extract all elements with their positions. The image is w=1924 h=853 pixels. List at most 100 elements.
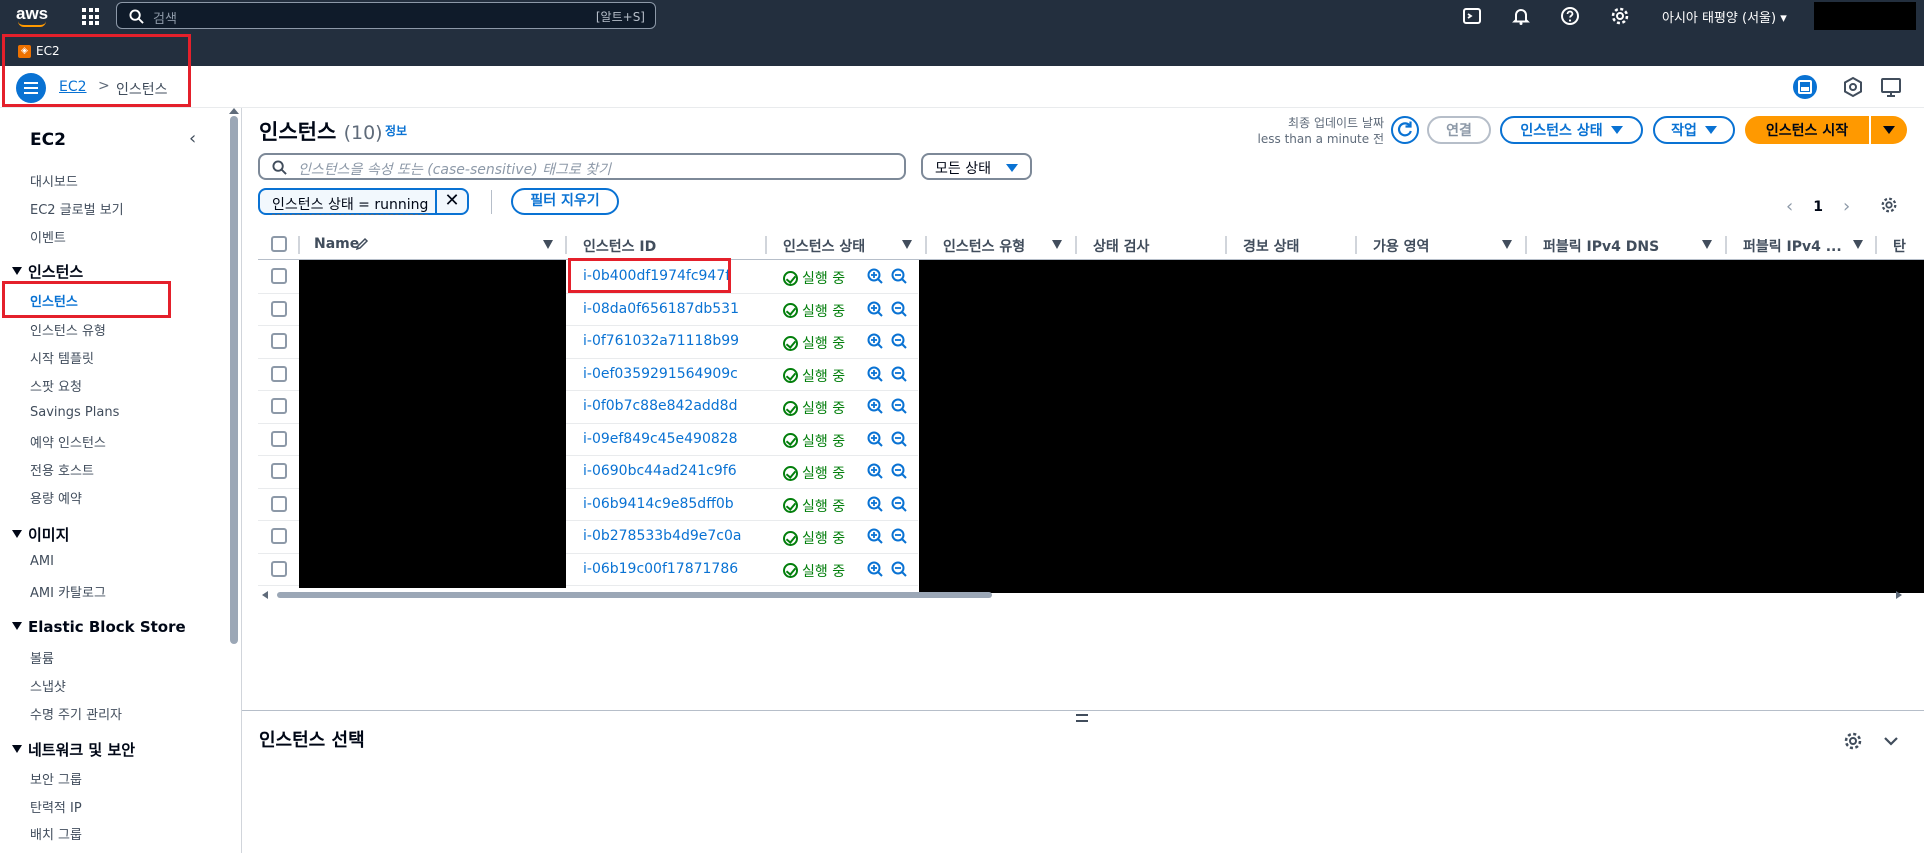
zoom-in-icon[interactable] — [867, 301, 883, 317]
instance-filter-input[interactable]: 인스턴스을 속성 또는 (case-sensitive) 태그로 찾기 — [258, 153, 906, 180]
row-checkbox[interactable] — [271, 333, 287, 349]
services-menu-icon[interactable] — [82, 8, 99, 25]
zoom-in-icon[interactable] — [867, 268, 883, 284]
row-checkbox[interactable] — [271, 560, 287, 577]
zoom-out-icon[interactable] — [891, 463, 907, 479]
row-checkbox[interactable] — [271, 268, 287, 284]
instance-id-link[interactable]: i-08da0f656187db531 — [583, 301, 739, 317]
column-header-instance-id[interactable]: 인스턴스 ID — [583, 236, 656, 256]
select-all-checkbox[interactable] — [271, 236, 287, 252]
sort-icon[interactable] — [1502, 240, 1512, 249]
column-header-availability-zone[interactable]: 가용 영역 — [1373, 236, 1429, 256]
sidebar-item-instance-types[interactable]: 인스턴스 유형 — [30, 320, 106, 339]
zoom-out-icon[interactable] — [891, 398, 907, 414]
aws-logo[interactable]: aws — [16, 4, 50, 28]
account-menu-redacted[interactable] — [1814, 2, 1916, 30]
chevron-left-icon[interactable]: ‹ — [1786, 196, 1793, 217]
row-checkbox[interactable] — [271, 398, 287, 414]
sidebar-item-spot-requests[interactable]: 스팟 요청 — [30, 376, 82, 395]
connect-button[interactable]: 연결 — [1427, 116, 1491, 144]
instance-id-link[interactable]: i-06b19c00f17871786 — [583, 561, 738, 577]
sidebar-item-security-groups[interactable]: 보안 그룹 — [30, 769, 82, 788]
column-header-public-dns[interactable]: 퍼블릭 IPv4 DNS — [1543, 236, 1659, 256]
scroll-up-arrow[interactable] — [229, 108, 239, 114]
row-checkbox[interactable] — [271, 463, 287, 479]
table-horizontal-scrollbar[interactable] — [277, 592, 992, 598]
sort-icon[interactable] — [1853, 240, 1863, 249]
gear-icon[interactable] — [1843, 731, 1863, 751]
column-header-name[interactable]: Name — [314, 236, 359, 252]
sidebar-section-instances[interactable]: 인스턴스 — [12, 261, 83, 282]
sort-icon[interactable] — [543, 240, 553, 249]
state-select[interactable]: 모든 상태 — [921, 153, 1032, 180]
actions-button[interactable]: 작업 — [1653, 116, 1735, 144]
filter-token[interactable]: 인스턴스 상태 = running ✕ — [258, 188, 469, 215]
launch-instances-button[interactable]: 인스턴스 시작 — [1745, 116, 1869, 144]
column-header-elastic-ip[interactable]: 탄 — [1893, 236, 1906, 256]
launch-dropdown-button[interactable] — [1871, 116, 1907, 144]
column-header-instance-type[interactable]: 인스턴스 유형 — [943, 236, 1025, 256]
sort-icon[interactable] — [1052, 240, 1062, 249]
zoom-in-icon[interactable] — [867, 333, 883, 349]
chevron-down-icon[interactable] — [1881, 731, 1901, 751]
row-checkbox[interactable] — [271, 528, 287, 544]
chevron-right-icon[interactable]: › — [1843, 196, 1850, 217]
column-header-status-checks[interactable]: 상태 검사 — [1093, 236, 1149, 256]
zoom-out-icon[interactable] — [891, 333, 907, 349]
sidebar-item-dedicated-hosts[interactable]: 전용 호스트 — [30, 460, 94, 479]
sidebar-item-events[interactable]: 이벤트 — [30, 227, 66, 246]
sidebar-item-reserved-instances[interactable]: 예약 인스턴스 — [30, 432, 106, 451]
instance-id-link[interactable]: i-0f0b7c88e842add8d — [583, 398, 737, 414]
zoom-out-icon[interactable] — [891, 431, 907, 447]
sort-icon[interactable] — [902, 240, 912, 249]
zoom-out-icon[interactable] — [891, 561, 907, 577]
sidebar-item-volumes[interactable]: 볼륨 — [30, 648, 54, 667]
instance-id-link[interactable]: i-0690bc44ad241c9f6 — [583, 463, 737, 479]
sidebar-item-elastic-ips[interactable]: 탄력적 IP — [30, 797, 82, 816]
sidebar-item-ami[interactable]: AMI — [30, 554, 54, 569]
sidebar-item-placement-groups[interactable]: 배치 그룹 — [30, 824, 82, 843]
row-checkbox[interactable] — [271, 495, 287, 512]
zoom-in-icon[interactable] — [867, 561, 883, 577]
column-header-alarm-status[interactable]: 경보 상태 — [1243, 236, 1299, 256]
filter-token-label[interactable]: 인스턴스 상태 = running — [272, 194, 429, 215]
chevron-left-icon[interactable]: ‹ — [189, 128, 196, 149]
sidebar-item-launch-templates[interactable]: 시작 템플릿 — [30, 348, 94, 367]
refresh-button[interactable] — [1391, 116, 1419, 144]
bell-icon[interactable] — [1511, 6, 1531, 26]
zoom-out-icon[interactable] — [891, 496, 907, 512]
zoom-in-icon[interactable] — [867, 528, 883, 544]
zoom-out-icon[interactable] — [891, 528, 907, 544]
gear-icon[interactable] — [1610, 6, 1630, 26]
zoom-in-icon[interactable] — [867, 398, 883, 414]
resize-handle[interactable] — [1076, 714, 1088, 722]
zoom-out-icon[interactable] — [891, 301, 907, 317]
info-link[interactable]: 정보 — [385, 122, 407, 139]
region-selector[interactable]: 아시아 태평양 (서울) ▾ — [1662, 7, 1787, 26]
sidebar-scrollbar[interactable] — [230, 116, 238, 644]
table-settings-icon[interactable] — [1880, 196, 1898, 214]
global-search-input[interactable]: 검색 [알트+S] — [116, 2, 656, 29]
cloudshell-icon[interactable] — [1462, 6, 1482, 26]
instance-id-link[interactable]: i-06b9414c9e85dff0b — [583, 496, 734, 512]
instance-id-link[interactable]: i-0b278533b4d9e7c0a — [583, 528, 741, 544]
sidebar-section-network-security[interactable]: 네트워크 및 보안 — [12, 739, 135, 760]
instance-id-link[interactable]: i-0f761032a71118b99 — [583, 333, 739, 349]
hexagon-settings-icon[interactable] — [1842, 76, 1864, 98]
scroll-left-arrow[interactable] — [262, 591, 268, 599]
column-header-instance-state[interactable]: 인스턴스 상태 — [783, 236, 865, 256]
layout-panel-icon[interactable] — [1793, 75, 1817, 99]
sidebar-item-snapshots[interactable]: 스냅샷 — [30, 676, 66, 695]
sidebar-item-savings-plans[interactable]: Savings Plans — [30, 405, 119, 420]
zoom-in-icon[interactable] — [867, 366, 883, 382]
feedback-icon[interactable] — [1880, 76, 1902, 98]
zoom-in-icon[interactable] — [867, 496, 883, 512]
sidebar-item-ami-catalog[interactable]: AMI 카탈로그 — [30, 582, 106, 601]
column-header-public-ipv4[interactable]: 퍼블릭 IPv4 ... — [1743, 236, 1842, 256]
pencil-icon[interactable] — [355, 237, 369, 251]
zoom-in-icon[interactable] — [867, 463, 883, 479]
zoom-out-icon[interactable] — [891, 366, 907, 382]
help-icon[interactable] — [1560, 6, 1580, 26]
sidebar-item-lifecycle-manager[interactable]: 수명 주기 관리자 — [30, 704, 122, 723]
zoom-in-icon[interactable] — [867, 431, 883, 447]
